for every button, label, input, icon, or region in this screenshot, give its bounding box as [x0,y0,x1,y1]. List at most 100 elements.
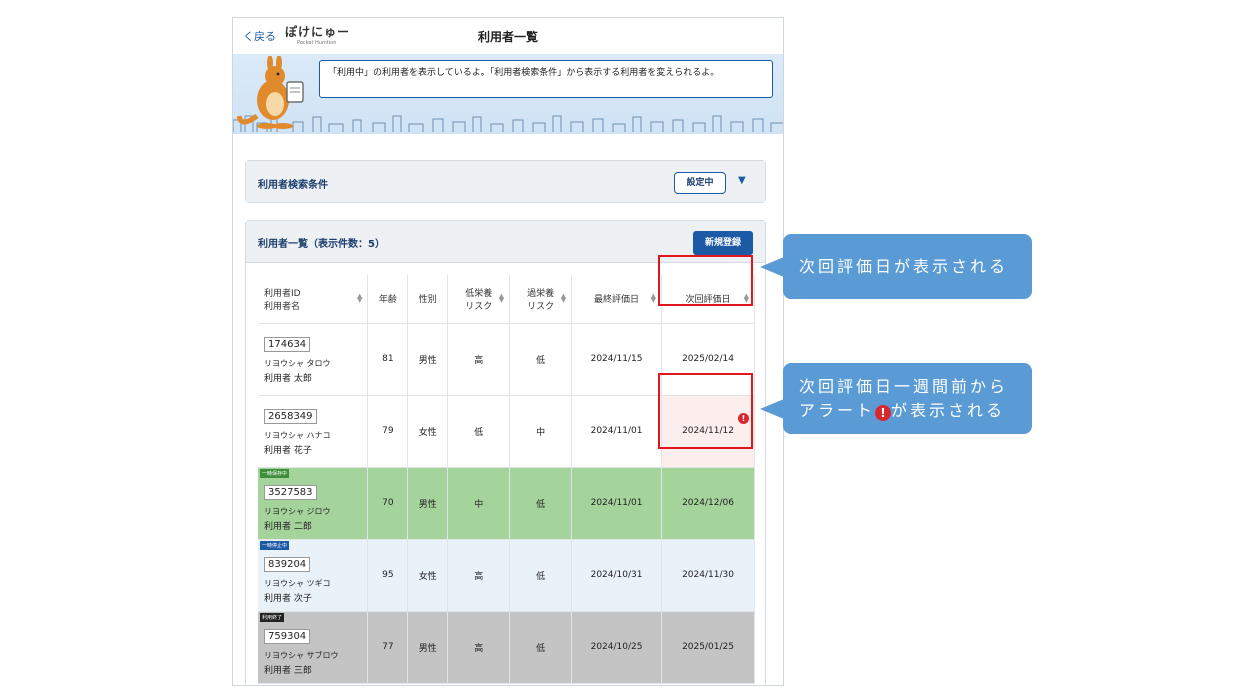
low-risk-cell: 高 [447,611,511,684]
age-cell: 70 [367,467,409,540]
search-conditions-panel: 利用者検索条件 設定中 ▼ [245,160,766,203]
user-kana: リヨウシャ ツギコ [264,578,331,588]
user-table: 利用者ID 利用者名 ▲ ▼ 年齢 性別 低栄養 リスク ▲ ▼ 過栄養 リスク… [258,275,755,684]
table-row[interactable]: 一時停止中 839204 リヨウシャ ツギコ 利用者 次子 95 女性 高 低 … [258,539,755,612]
last-eval-cell: 2024/11/01 [571,395,663,468]
sort-icon: ▲ ▼ [560,292,567,304]
user-name: 利用者 次子 [264,593,312,604]
user-list-title: 利用者一覧（表示件数：5） [258,239,385,250]
user-id-cell: 利用終了 759304 リヨウシャ サブロウ 利用者 三郎 [258,611,369,684]
column-header-age: 年齢 [367,275,409,324]
sex-cell: 男性 [407,611,449,684]
over-risk-cell: 低 [509,539,573,612]
age-cell: 79 [367,395,409,468]
column-header-low-risk[interactable]: 低栄養 リスク ▲ ▼ [447,275,511,324]
speech-bubble: 「利用中」の利用者を表示しているよ。「利用者検索条件」から表示する利用者を変えら… [319,60,773,98]
user-kana: リヨウシャ サブロウ [264,650,339,660]
column-header-label: 性別 [418,295,437,306]
over-risk-cell: 低 [509,611,573,684]
temp-saved-badge: 一時保存中 [260,468,290,478]
user-id: 759304 [264,628,311,644]
user-name: 利用者 三郎 [264,665,312,676]
callout-arrow [760,399,784,419]
age-cell: 95 [367,539,409,612]
sort-icon: ▲ ▼ [498,292,505,304]
user-name: 利用者 太郎 [264,373,312,384]
settings-active-button[interactable]: 設定中 [674,172,726,194]
sort-icon: ▲ ▼ [357,292,363,304]
column-header-label: 低栄養 [465,288,493,299]
column-header-label: リスク [527,301,555,312]
column-header-label: 最終評価日 [594,295,640,306]
alert-icon: ! [875,405,892,421]
column-header-label: リスク [465,301,493,312]
table-row[interactable]: 一時保存中 3527583 リヨウシャ ジロウ 利用者 二郎 70 男性 中 低… [258,467,755,540]
callout-arrow [760,257,784,277]
kangaroo-mascot-icon [237,56,304,129]
user-id-cell: 2658349 リヨウシャ ハナコ 利用者 花子 [258,395,369,468]
callout-next-eval: 次回評価日が表示される [783,234,1032,299]
user-kana: リヨウシャ タロウ [264,358,331,368]
low-risk-cell: 高 [447,539,511,612]
callout-text: 次回評価日が表示される [799,257,1009,276]
next-eval-cell: 2024/11/30 [661,539,755,612]
app-frame: く戻る ぽけにゅー Pocket Humtion 利用者一覧 「利用中」の利用者… [232,17,784,686]
user-id: 174634 [264,336,311,352]
highlight-box-alert-cell [658,373,753,449]
sex-cell: 男性 [407,467,449,540]
column-header-last-eval[interactable]: 最終評価日 ▲ ▼ [571,275,663,324]
user-id-cell: 一時保存中 3527583 リヨウシャ ジロウ 利用者 二郎 [258,467,369,540]
over-risk-cell: 低 [509,467,573,540]
info-banner: 「利用中」の利用者を表示しているよ。「利用者検索条件」から表示する利用者を変えら… [233,54,783,134]
sex-cell: 男性 [407,323,449,396]
user-id-cell: 174634 リヨウシャ タロウ 利用者 太郎 [258,323,369,396]
column-header-label: 過栄養 [527,288,555,299]
user-id: 839204 [264,556,311,572]
next-eval-cell: 2024/12/06 [661,467,755,540]
highlight-box-next-eval-header [658,255,753,306]
column-header-label: 利用者ID [264,288,301,299]
user-kana: リヨウシャ ジロウ [264,506,331,516]
user-id-cell: 一時停止中 839204 リヨウシャ ツギコ 利用者 次子 [258,539,369,612]
ended-badge: 利用終了 [260,612,285,622]
user-id: 2658349 [264,408,317,424]
callout-alert: 次回評価日一週間前から アラート! が表示される [783,363,1032,434]
sex-cell: 女性 [407,395,449,468]
top-bar: く戻る ぽけにゅー Pocket Humtion 利用者一覧 [233,18,783,54]
over-risk-cell: 低 [509,323,573,396]
low-risk-cell: 中 [447,467,511,540]
column-header-id[interactable]: 利用者ID 利用者名 ▲ ▼ [258,275,369,324]
last-eval-cell: 2024/10/25 [571,611,663,684]
low-risk-cell: 低 [447,395,511,468]
last-eval-cell: 2024/10/31 [571,539,663,612]
city-skyline-icon [233,115,783,132]
table-row[interactable]: 利用終了 759304 リヨウシャ サブロウ 利用者 三郎 77 男性 高 低 … [258,611,755,684]
user-kana: リヨウシャ ハナコ [264,430,331,440]
sort-icon: ▲ ▼ [650,292,657,304]
next-eval-cell: 2025/01/25 [661,611,755,684]
column-header-label: 年齢 [378,295,397,306]
column-header-over-risk[interactable]: 過栄養 リスク ▲ ▼ [509,275,573,324]
low-risk-cell: 高 [447,323,511,396]
callout-text: アラート [799,401,876,420]
user-name: 利用者 二郎 [264,521,312,532]
last-eval-cell: 2024/11/01 [571,467,663,540]
column-header-sex: 性別 [407,275,449,324]
column-header-label: 利用者名 [264,301,301,312]
sex-cell: 女性 [407,539,449,612]
over-risk-cell: 中 [509,395,573,468]
suspended-badge: 一時停止中 [260,540,290,550]
age-cell: 77 [367,611,409,684]
search-conditions-title: 利用者検索条件 [258,180,328,191]
callout-text: 次回評価日一週間前から [799,377,1009,396]
search-conditions-header[interactable]: 利用者検索条件 設定中 ▼ [246,161,765,202]
stage: く戻る ぽけにゅー Pocket Humtion 利用者一覧 「利用中」の利用者… [0,0,1246,700]
age-cell: 81 [367,323,409,396]
chevron-down-icon[interactable]: ▼ [738,175,746,186]
last-eval-cell: 2024/11/15 [571,323,663,396]
user-id: 3527583 [264,484,317,500]
page-title: 利用者一覧 [477,30,538,44]
new-registration-button[interactable]: 新規登録 [693,231,753,255]
user-name: 利用者 花子 [264,445,312,456]
callout-text: が表示される [891,401,1006,420]
